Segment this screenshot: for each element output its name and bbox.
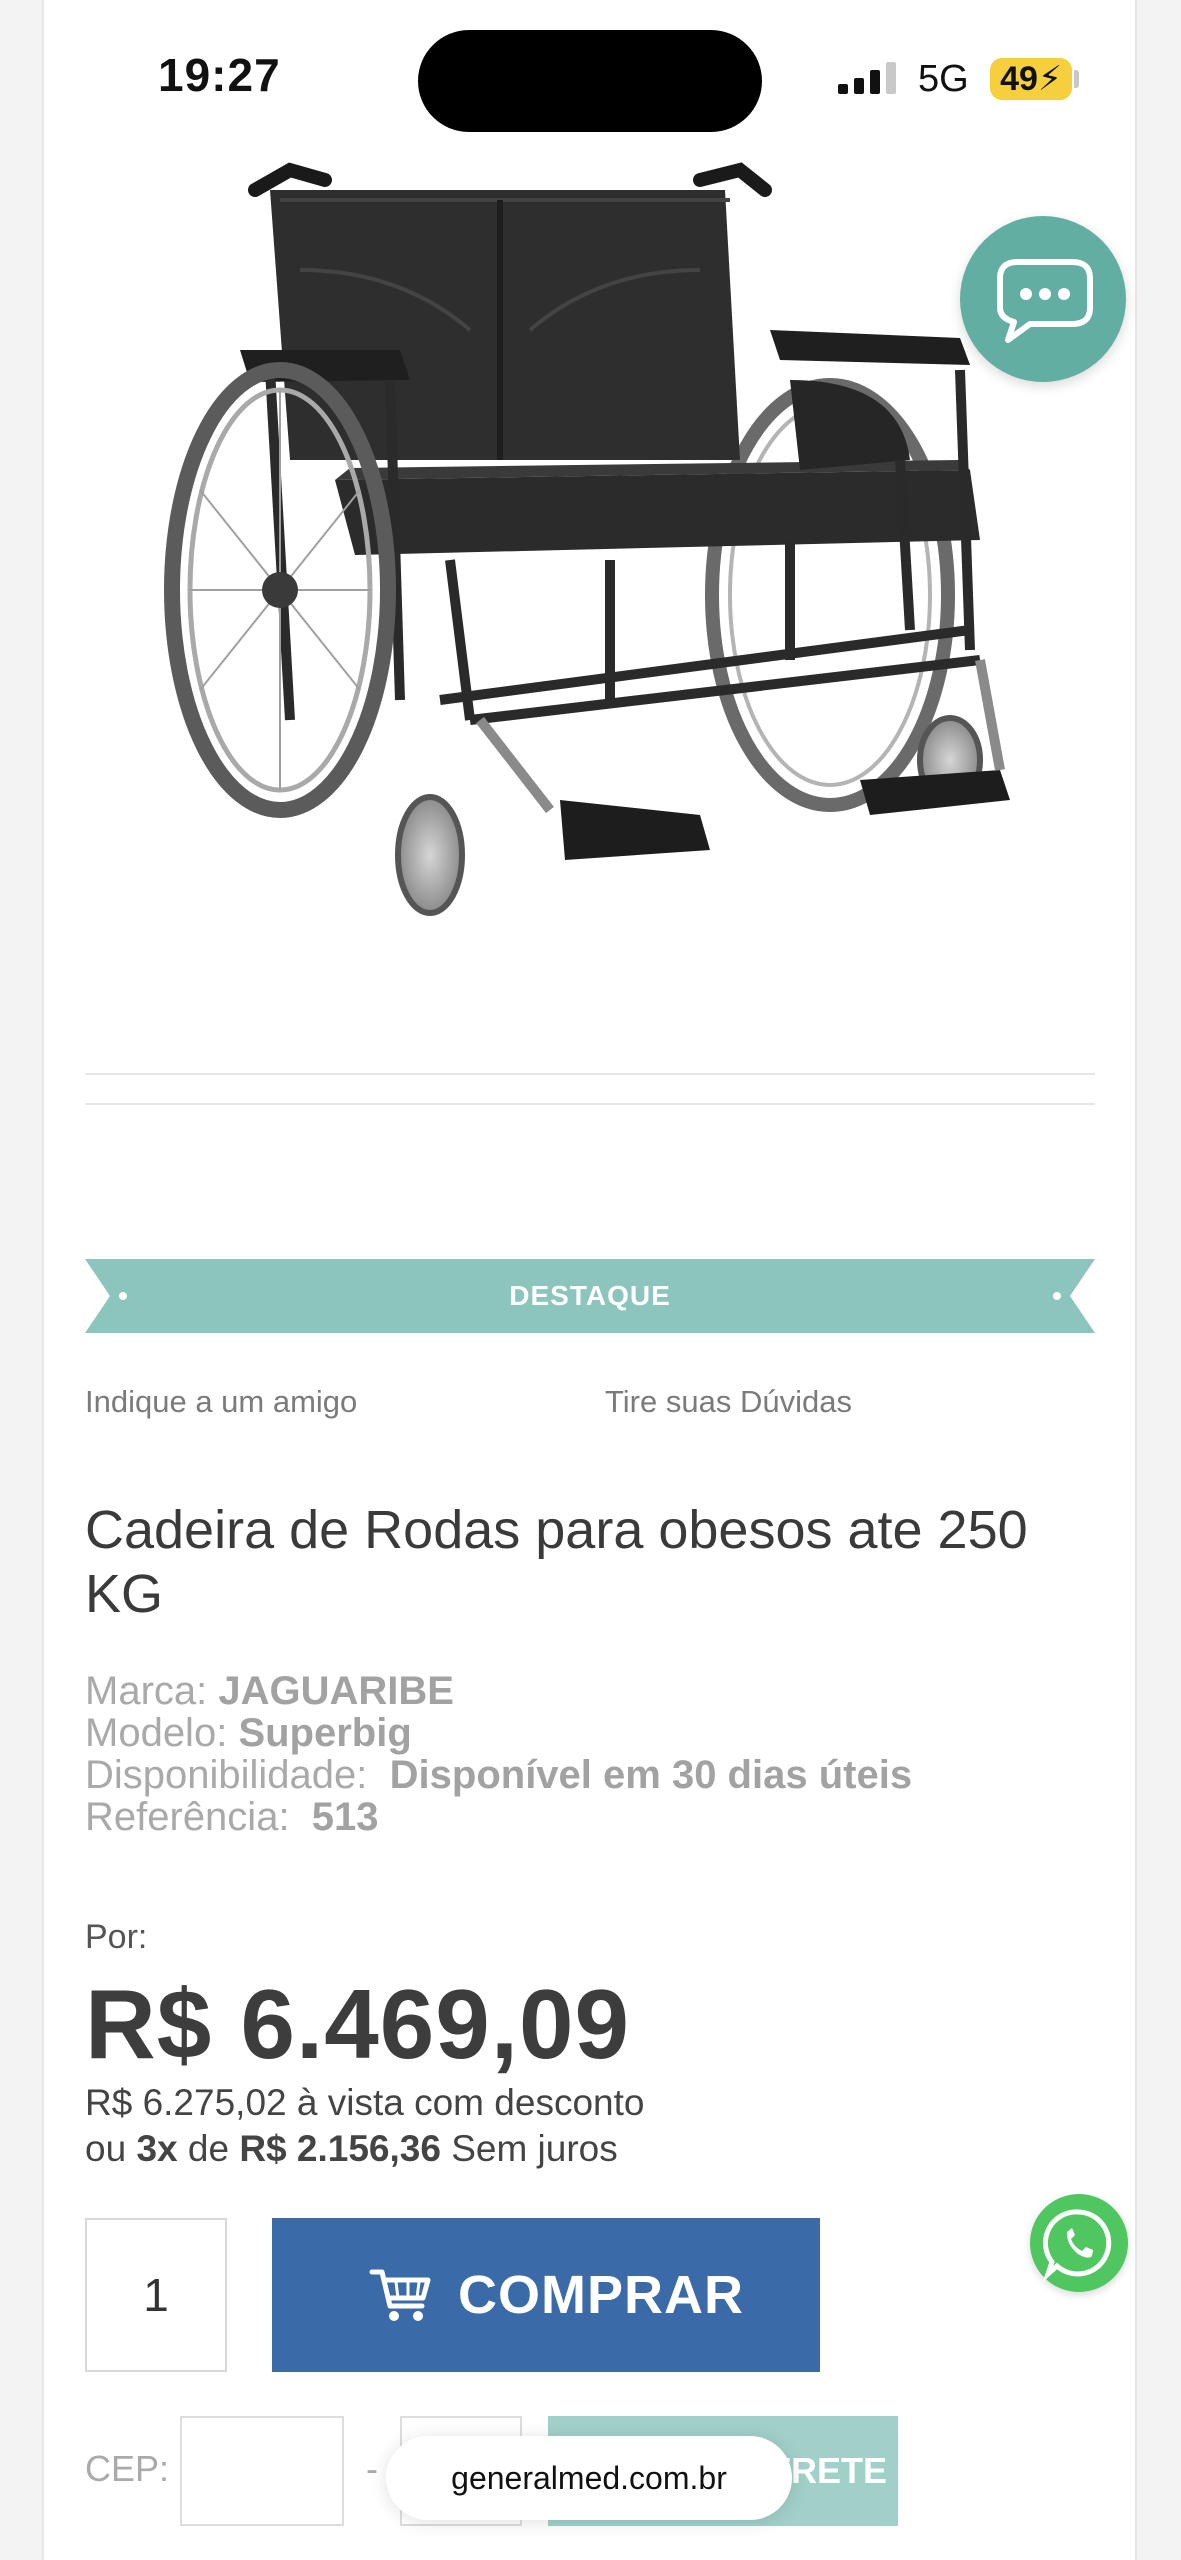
cep-label: CEP: (85, 2448, 170, 2489)
price-label: Por: (85, 1918, 148, 1956)
recommend-link[interactable]: Indique a um amigo (85, 1384, 357, 1420)
product-title: Cadeira de Rodas para obesos ate 250 KG (85, 1500, 1028, 1624)
quantity-input[interactable]: 1 (85, 2218, 227, 2372)
cash-price: R$ 6.275,02 à vista com desconto (85, 2082, 644, 2124)
signal-icon (838, 62, 896, 94)
spec-label: Modelo: (85, 1711, 228, 1755)
buy-label: COMPRAR (458, 2265, 744, 2325)
product-image[interactable] (140, 160, 1060, 960)
spec-label: Disponibilidade: (85, 1753, 368, 1797)
spec-value: Disponível em 30 dias úteis (389, 1753, 913, 1797)
product-price: R$ 6.469,09 (85, 1969, 630, 2079)
cep-dash: - (366, 2448, 378, 2489)
whatsapp-button[interactable] (1030, 2194, 1128, 2292)
spec-model: Modelo: Superbig (85, 1712, 412, 1754)
installment-price: ou 3x de R$ 2.156,36 Sem juros (85, 2128, 618, 2170)
divider-bottom (85, 1103, 1095, 1105)
cep-input-prefix[interactable] (180, 2416, 344, 2526)
spec-brand: Marca: JAGUARIBE (85, 1670, 454, 1712)
inst-count: 3x (136, 2128, 178, 2169)
inst-value: R$ 2.156,36 (239, 2128, 441, 2169)
browser-url-bar[interactable]: generalmed.com.br (386, 2436, 792, 2520)
dynamic-island (418, 30, 762, 132)
highlight-label: DESTAQUE (509, 1280, 671, 1311)
chat-button[interactable] (960, 216, 1126, 382)
spec-label: Marca: (85, 1669, 208, 1713)
battery-cap (1074, 70, 1079, 88)
cash-text: à vista com desconto (296, 2082, 645, 2123)
inst-suffix: Sem juros (451, 2128, 618, 2169)
battery-level: 49 (1000, 60, 1038, 98)
charging-bolt: ⚡ (1037, 60, 1062, 98)
inst-prefix: ou (85, 2128, 127, 2169)
spec-label: Referência: (85, 1795, 290, 1839)
spec-availability: Disponibilidade: Disponível em 30 dias ú… (85, 1754, 912, 1796)
chat-icon (997, 259, 1093, 343)
spec-value: Superbig (238, 1711, 412, 1755)
divider-top (85, 1073, 1095, 1075)
spec-value: 513 (311, 1795, 379, 1839)
status-time: 19:27 (158, 49, 281, 101)
questions-link[interactable]: Tire suas Dúvidas (605, 1384, 852, 1420)
cash-value: R$ 6.275,02 (85, 2082, 287, 2123)
spec-reference: Referência: 513 (85, 1796, 379, 1838)
spec-value: JAGUARIBE (218, 1669, 454, 1713)
buy-button[interactable]: COMPRAR (272, 2218, 820, 2372)
network-type: 5G (918, 58, 969, 100)
cart-icon (369, 2269, 431, 2321)
inst-of: de (187, 2128, 230, 2169)
battery-icon: 49⚡ (990, 58, 1072, 100)
whatsapp-icon (1042, 2209, 1112, 2283)
